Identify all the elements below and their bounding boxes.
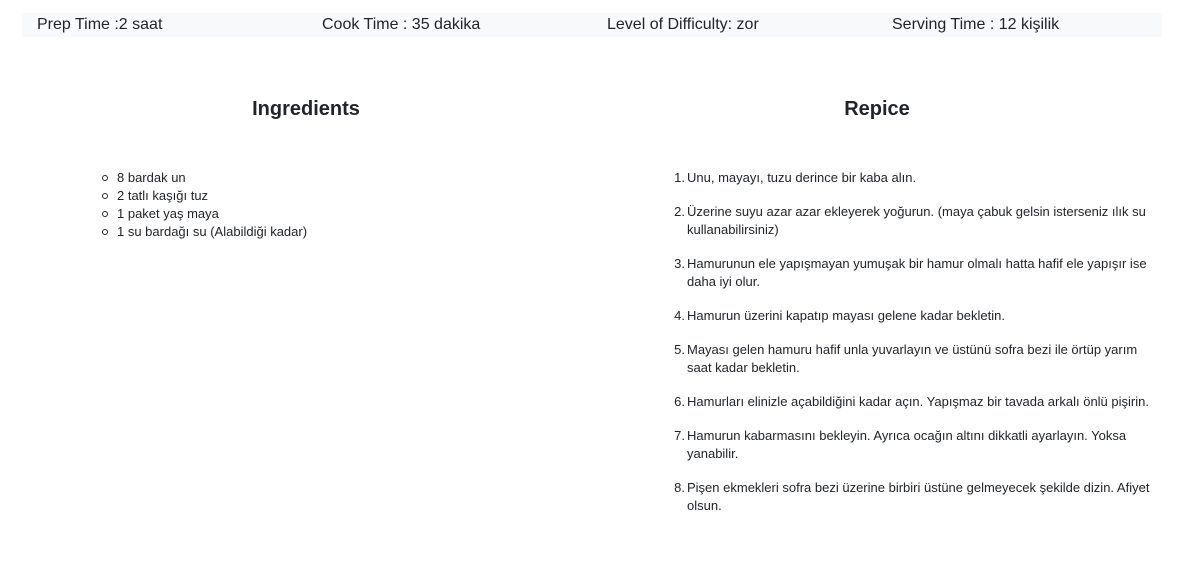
step-text: Mayası gelen hamuru hafif unla yuvarlayı…: [687, 342, 1138, 375]
cook-time: Cook Time : 35 dakika: [322, 16, 481, 33]
step-text: Hamurun kabarmasını bekleyin. Ayrıca oca…: [687, 428, 1127, 461]
ingredient-text: 1 su bardağı su (Alabildiği kadar): [117, 224, 308, 239]
ingredients-title: Ingredients: [252, 98, 360, 120]
recipe-step: 7. Hamurun kabarmasını bekleyin. Ayrıca o…: [674, 427, 1157, 463]
serving-size: Serving Time : 12 kişilik: [892, 16, 1060, 33]
difficulty-level: Level of Difficulty: zor: [607, 16, 759, 33]
ingredient-text: 1 paket yaş maya: [117, 206, 219, 221]
ingredient-item: 2 tatlı kaşığı tuz: [102, 187, 307, 205]
step-text: Pişen ekmekleri sofra bezi üzerine birbi…: [687, 480, 1150, 513]
prep-time: Prep Time :2 saat: [37, 16, 163, 33]
recipe-steps-list: 1. Unu, mayayı, tuzu derince bir kaba alı…: [674, 169, 1157, 531]
step-number: 2.: [674, 204, 685, 219]
recipe-info-bar: Prep Time :2 saat Cook Time : 35 dakika …: [22, 13, 1162, 37]
ingredient-item: 1 su bardağı su (Alabildiği kadar): [102, 223, 308, 241]
recipe-step: 1. Unu, mayayı, tuzu derince bir kaba alı…: [674, 169, 1157, 187]
step-text: Hamurunun ele yapışmayan yumuşak bir ham…: [687, 256, 1147, 289]
ingredient-item: 1 paket yaş maya: [102, 205, 307, 223]
recipe-step: 4. Hamurun üzerini kapatıp mayası gelene …: [674, 307, 1157, 325]
step-number: 6.: [674, 394, 685, 409]
step-number: 8.: [674, 480, 685, 495]
circle-bullet-icon: [102, 175, 108, 181]
recipe-title: Repice: [844, 98, 910, 120]
step-number: 7.: [674, 428, 685, 443]
ingredients-list: 8 bardak un 2 tatlı kaşığı tuz 1 paket y…: [102, 169, 308, 241]
circle-bullet-icon: [102, 211, 108, 217]
ingredient-item: 8 bardak un: [102, 169, 307, 187]
step-text: Hamurları elinizle açabildiğini kadar aç…: [687, 394, 1149, 409]
ingredient-text: 2 tatlı kaşığı tuz: [117, 188, 209, 203]
step-text: Unu, mayayı, tuzu derince bir kaba alın.: [687, 170, 917, 185]
step-number: 5.: [674, 342, 685, 357]
step-number: 3.: [674, 256, 685, 271]
ingredient-text: 8 bardak un: [117, 170, 186, 185]
recipe-step: 5. Mayası gelen hamuru hafif unla yuvarla…: [674, 341, 1157, 377]
step-number: 1.: [674, 170, 685, 185]
step-number: 4.: [674, 308, 685, 323]
recipe-step: 2. Üzerine suyu azar azar ekleyerek yoğur…: [674, 203, 1157, 239]
recipe-step: 3. Hamurunun ele yapışmayan yumuşak bir h…: [674, 255, 1157, 291]
step-text: Üzerine suyu azar azar ekleyerek yoğurun…: [687, 204, 1146, 237]
step-text: Hamurun üzerini kapatıp mayası gelene ka…: [687, 308, 1005, 323]
circle-bullet-icon: [102, 193, 108, 199]
recipe-step: 8. Pişen ekmekleri sofra bezi üzerine bir…: [674, 479, 1157, 515]
circle-bullet-icon: [102, 229, 108, 235]
recipe-step: 6. Hamurları elinizle açabildiğini kadar …: [674, 393, 1157, 411]
